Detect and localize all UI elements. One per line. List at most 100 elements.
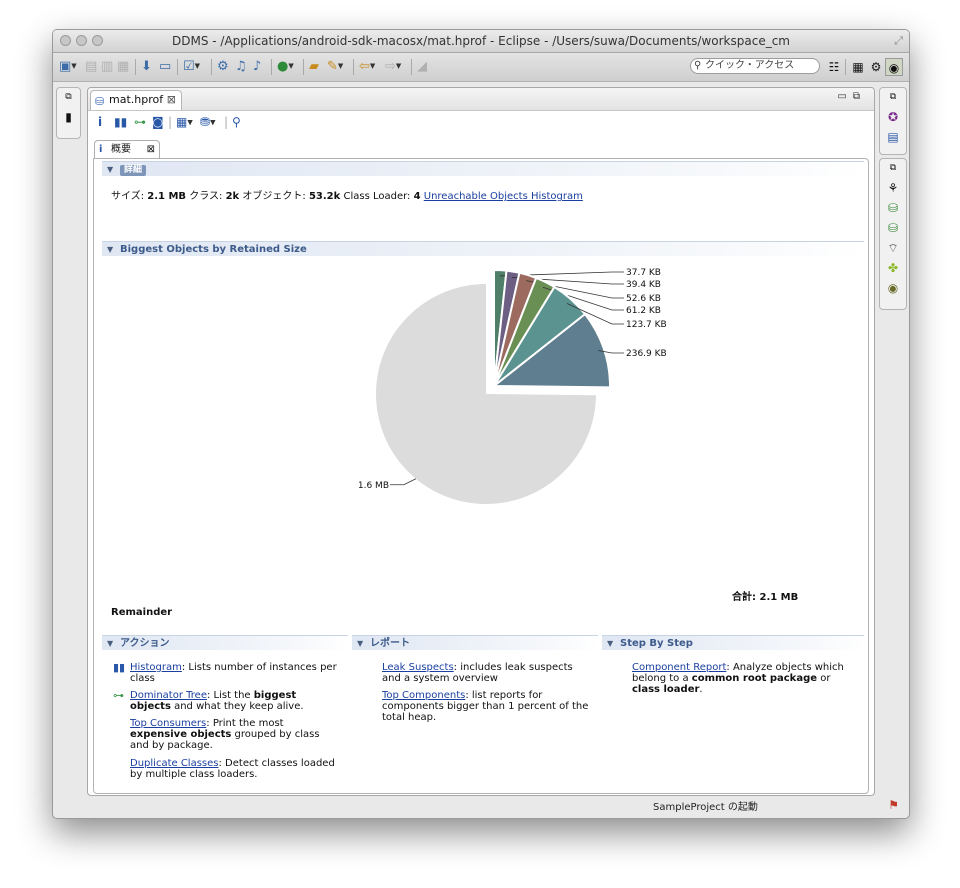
heap-dump-icon: ⛁ [95,95,105,108]
separator: | [224,115,229,129]
duplicate-classes-link[interactable]: Duplicate Classes [130,758,219,769]
histogram-icon: ▮▮ [113,661,126,674]
reports-section-header[interactable]: ▼ レポート [352,635,598,650]
run-icon[interactable]: ●▼ [277,58,294,75]
mat-toolbar: i ▮▮ ⊶ ◙ | ▦▼ ⛃▼ | ⚲ [88,111,874,135]
open-perspective-icon[interactable]: ☷ [825,58,843,76]
run-report-icon[interactable]: ▦▼ [176,115,193,130]
minimize-maximize-controls[interactable]: ▭⧉ [837,91,866,102]
histogram-link[interactable]: Histogram [130,662,182,673]
android-logcat-icon[interactable]: ✤ [880,261,906,275]
pie-slice-label: 236.9 KB [626,349,667,359]
forward-icon[interactable]: ⇨▼ [385,58,401,75]
top-consumers-link[interactable]: Top Consumers [130,718,206,729]
avd-manager-icon[interactable]: ♪ [253,58,261,75]
threads-icon[interactable]: ⚘ [880,181,906,195]
collapse-icon[interactable]: ▼ [107,162,113,177]
heap-icon[interactable]: ⛁ [880,201,906,215]
save-all-icon[interactable]: ▥ [101,58,113,75]
file-explorer-icon[interactable]: ▤ [880,130,906,144]
find-object-icon[interactable]: ⚲ [232,115,241,129]
new-icon[interactable]: ▣▼ [59,58,77,75]
overview-tab-label: 概要 [111,144,131,155]
back-icon[interactable]: ⇦▼ [359,58,375,75]
save-icon[interactable]: ▤ [85,58,97,75]
component-report-link[interactable]: Component Report [632,662,726,673]
open-folder-icon[interactable]: ▰ [309,58,319,75]
restore-icon[interactable]: ⧉ [880,163,906,173]
details-section-header[interactable]: ▼ 詳細 [102,161,864,176]
fullscreen-icon[interactable]: ⤢ [894,34,903,48]
histogram-icon[interactable]: ▮▮ [114,115,127,129]
collapse-icon[interactable]: ▼ [107,242,113,257]
main-toolbar: ▣▼ ▤ ▥ ▦ ⬇ ▭ ☑▼ ⚙ ♫ ♪ ●▼ ▰ ✎▼ ⇦▼ ⇨▼ ◢ ⚲ … [53,53,909,82]
search-icon: ⚲ [694,60,702,71]
collapse-icon[interactable]: ▼ [107,636,113,651]
pie-slice-label: 52.6 KB [626,294,661,304]
status-bar: SampleProject の起動 ⚑ [53,794,909,818]
oql-icon[interactable]: ◙ [152,115,164,129]
action-duplicate-classes: Duplicate Classes: Detect classes loaded… [130,758,340,780]
export-icon[interactable]: ▭ [159,58,171,75]
close-tab-icon[interactable]: ⊠ [147,141,155,158]
separator: | [168,115,173,129]
class-loader-value: 4 [413,191,421,202]
step-by-step-title: Step By Step [620,638,693,649]
pie-slice-label: 61.2 KB [626,306,661,316]
allocation-tracker-icon[interactable]: ⛁ [880,221,906,235]
action-histogram: ▮▮ Histogram: Lists number of instances … [113,662,340,684]
dominator-tree-description: : List the [206,690,254,701]
java-perspective-icon[interactable]: ⚙ [867,58,885,76]
progress-icon[interactable]: ⚑ [888,798,899,812]
dominator-tree-icon[interactable]: ⊶ [134,115,146,129]
info-icon[interactable]: i [98,115,102,129]
objects-value: 53.2k [308,191,341,202]
restore-icon[interactable]: ⧉ [880,92,906,102]
leak-suspects-link[interactable]: Leak Suspects [382,662,454,673]
remainder-label: Remainder [111,607,173,618]
pie-slice-label: 123.7 KB [626,320,667,330]
component-report-bold-package: common root package [691,673,818,684]
total-size: 合計: 2.1 MB [732,592,799,603]
emulator-control-icon[interactable]: ✪ [880,110,906,124]
dominator-tree-link[interactable]: Dominator Tree [130,690,207,701]
pencil-icon[interactable]: ✎▼ [327,58,343,75]
overview-content: ▼ 詳細 サイズ: 2.1 MB クラス: 2k オブジェクト: 53.2k C… [93,158,869,794]
device-icon[interactable]: ▮ [57,110,80,124]
pin-editor-icon[interactable]: ◢ [417,58,427,75]
print-icon[interactable]: ▦ [117,58,129,75]
title-bar: DDMS - /Applications/android-sdk-macosx/… [53,30,909,53]
component-report-bold-loader: class loader [632,684,700,695]
top-consumers-bold: expensive objects [130,729,232,740]
dominator-tree-description-end: and what they keep alive. [170,701,304,712]
class-loader-label: Class Loader: [343,191,411,202]
top-components-link[interactable]: Top Components [382,690,465,701]
biggest-objects-section-header[interactable]: ▼ Biggest Objects by Retained Size [102,241,864,256]
biggest-objects-title: Biggest Objects by Retained Size [120,244,307,255]
actions-section-header[interactable]: ▼ アクション [102,635,348,650]
restore-icon[interactable]: ⧉ [57,92,80,102]
debug-perspective-icon[interactable]: ◉ [885,58,903,76]
tab-overview[interactable]: i 概要 ⊠ [94,140,160,158]
editor-tab-mat-hprof[interactable]: ⛁ mat.hprof ⊠ [90,90,182,110]
step-by-step-section-header[interactable]: ▼ Step By Step [602,635,864,650]
size-label: サイズ: [111,191,145,202]
collapse-icon[interactable]: ▼ [357,636,363,651]
close-tab-icon[interactable]: ⊠ [167,91,176,109]
unreachable-objects-histogram-link[interactable]: Unreachable Objects Histogram [424,191,583,202]
ddms-perspective-icon[interactable]: ▦ [849,58,867,76]
classes-value: 2k [225,191,240,202]
collapse-icon[interactable]: ▼ [607,636,613,651]
system-info-icon[interactable]: ◉ [880,281,906,295]
open-type-icon[interactable]: ⚙ [217,58,229,75]
reports-title: レポート [370,638,410,649]
android-sdk-icon[interactable]: ♫ [235,58,247,75]
info-icon: i [99,144,103,155]
heap-summary: サイズ: 2.1 MB クラス: 2k オブジェクト: 53.2k Class … [111,187,583,202]
network-statistics-icon[interactable]: ⌔ [880,241,906,256]
import-icon[interactable]: ⬇ [141,58,152,75]
quick-access-field[interactable]: ⚲ クイック・アクセス [690,58,820,74]
right-trim-stack-bottom: ⧉ ⚘ ⛁ ⛁ ⌔ ✤ ◉ [879,158,907,310]
query-browser-icon[interactable]: ⛃▼ [200,115,215,130]
task-icon[interactable]: ☑▼ [183,58,200,75]
